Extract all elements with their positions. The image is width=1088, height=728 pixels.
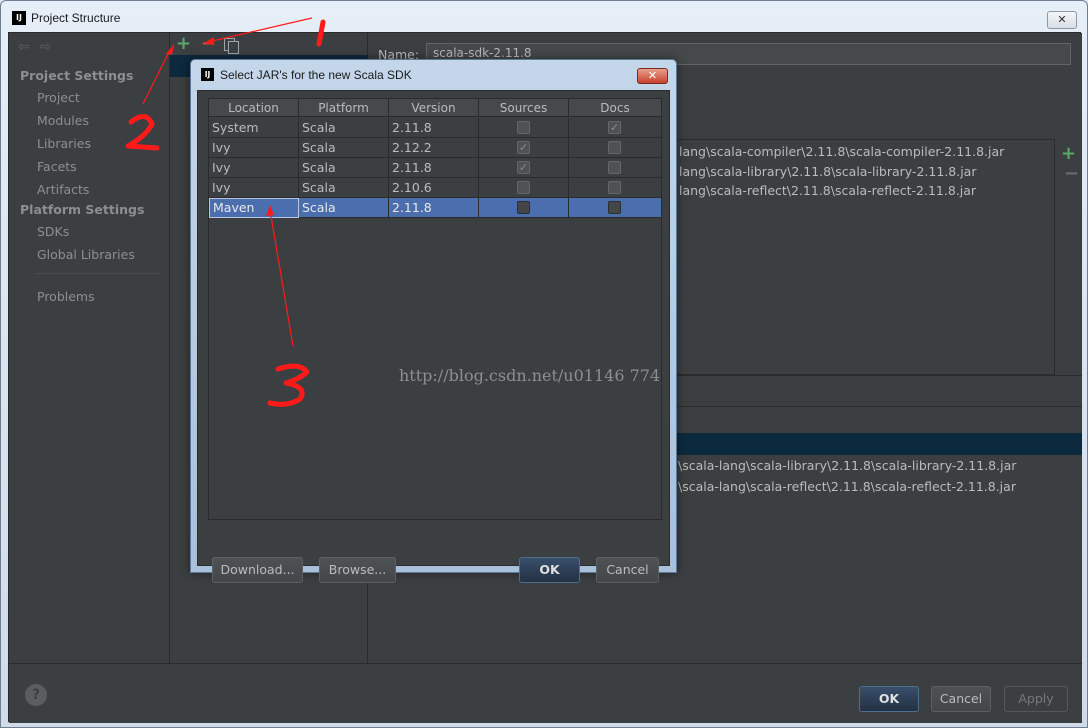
cell-location: System	[209, 118, 299, 138]
docs-checkbox[interactable]	[608, 141, 621, 154]
cancel-button[interactable]: Cancel	[931, 686, 991, 712]
cell-platform: Scala	[299, 138, 389, 158]
arrow-right-icon[interactable]: ⇨	[40, 39, 52, 55]
cell-docs	[569, 158, 661, 178]
docs-checkbox[interactable]	[608, 181, 621, 194]
nav-item-artifacts[interactable]: Artifacts	[37, 182, 89, 197]
cell-docs	[569, 198, 661, 218]
cell-sources: ✓	[479, 138, 569, 158]
help-icon[interactable]: ?	[25, 684, 47, 706]
nav-item-modules[interactable]: Modules	[37, 113, 89, 128]
cell-version: 2.11.8	[389, 118, 479, 138]
sources-checkbox[interactable]	[517, 121, 530, 134]
add-root-button[interactable]: +	[1061, 143, 1076, 164]
browse-button[interactable]: Browse...	[319, 557, 396, 583]
cell-platform: Scala	[299, 178, 389, 198]
dialog-body: Location Platform Version Sources Docs S…	[197, 90, 670, 583]
cell-docs	[569, 178, 661, 198]
cell-docs	[569, 138, 661, 158]
cell-location: Maven	[209, 198, 299, 218]
cell-location: Ivy	[209, 178, 299, 198]
add-library-button[interactable]: +	[176, 33, 191, 54]
remove-root-button[interactable]: −	[1064, 163, 1079, 184]
docs-checkbox[interactable]	[608, 161, 621, 174]
table-header: Location Platform Version Sources Docs	[209, 99, 661, 117]
cell-version: 2.11.8	[389, 198, 479, 218]
sources-checkbox[interactable]: ✓	[517, 141, 530, 154]
table-row[interactable]: Ivy Scala 2.12.2 ✓	[209, 138, 661, 158]
settings-sidebar: ⇦ ⇨ Project Settings Project Modules Libr…	[9, 33, 170, 663]
cell-version: 2.10.6	[389, 178, 479, 198]
class-path-row[interactable]: lang\scala-library\2.11.8\scala-library-…	[679, 164, 977, 179]
copy-icon[interactable]	[224, 38, 239, 54]
dialog-cancel-button[interactable]: Cancel	[596, 557, 659, 583]
remove-library-button[interactable]: −	[201, 33, 216, 54]
project-settings-header: Project Settings	[20, 68, 134, 83]
cell-sources	[479, 178, 569, 198]
sources-checkbox[interactable]	[517, 181, 530, 194]
download-button[interactable]: Download...	[212, 557, 303, 583]
nav-item-problems[interactable]: Problems	[37, 289, 95, 304]
cell-version: 2.12.2	[389, 138, 479, 158]
sources-checkbox[interactable]	[517, 201, 530, 214]
table-row[interactable]: Ivy Scala 2.11.8 ✓	[209, 158, 661, 178]
intellij-logo-icon: IJ	[12, 11, 26, 25]
cell-location: Ivy	[209, 138, 299, 158]
class-path-row[interactable]: lang\scala-reflect\2.11.8\scala-reflect-…	[679, 183, 976, 198]
window-close-button[interactable]: ✕	[1047, 11, 1077, 29]
cell-location: Ivy	[209, 158, 299, 178]
cell-docs: ✓	[569, 118, 661, 138]
nav-item-facets[interactable]: Facets	[37, 159, 77, 174]
docs-checkbox[interactable]: ✓	[608, 121, 621, 134]
column-header-platform[interactable]: Platform	[299, 99, 389, 117]
nav-item-libraries[interactable]: Libraries	[37, 136, 91, 151]
cell-sources	[479, 198, 569, 218]
arrow-left-icon[interactable]: ⇦	[18, 39, 30, 55]
column-header-version[interactable]: Version	[389, 99, 479, 117]
ok-button[interactable]: OK	[859, 686, 919, 712]
apply-button[interactable]: Apply	[1004, 686, 1068, 712]
column-header-location[interactable]: Location	[209, 99, 299, 117]
dialog-ok-button[interactable]: OK	[519, 557, 580, 583]
window-title-bar[interactable]: IJ Project Structure ✕	[1, 1, 1087, 33]
column-header-sources[interactable]: Sources	[479, 99, 569, 117]
column-header-docs[interactable]: Docs	[569, 99, 661, 117]
lower-path-row[interactable]: \scala-lang\scala-library\2.11.8\scala-l…	[678, 458, 1016, 473]
table-row[interactable]: Ivy Scala 2.10.6	[209, 178, 661, 198]
cell-sources: ✓	[479, 158, 569, 178]
footer-bar: ? OK Cancel Apply	[9, 663, 1082, 723]
nav-item-global-libraries[interactable]: Global Libraries	[37, 247, 135, 262]
dialog-title: Select JAR's for the new Scala SDK	[220, 68, 412, 82]
jar-table: Location Platform Version Sources Docs S…	[208, 98, 662, 520]
table-row[interactable]: Maven Scala 2.11.8	[209, 198, 661, 218]
sources-checkbox[interactable]: ✓	[517, 161, 530, 174]
cell-platform: Scala	[299, 198, 389, 218]
docs-checkbox[interactable]	[608, 201, 621, 214]
table-row[interactable]: System Scala 2.11.8 ✓	[209, 118, 661, 138]
nav-item-sdks[interactable]: SDKs	[37, 224, 69, 239]
cell-platform: Scala	[299, 118, 389, 138]
dialog-close-button[interactable]: ✕	[637, 68, 668, 84]
cell-version: 2.11.8	[389, 158, 479, 178]
nav-divider	[35, 273, 160, 274]
select-jars-dialog: IJ Select JAR's for the new Scala SDK ✕ …	[190, 59, 677, 583]
lower-path-row[interactable]: \scala-lang\scala-reflect\2.11.8\scala-r…	[678, 479, 1016, 494]
window-title: Project Structure	[31, 11, 121, 25]
intellij-logo-icon: IJ	[201, 68, 214, 81]
nav-arrows: ⇦ ⇨	[18, 39, 61, 55]
platform-settings-header: Platform Settings	[20, 202, 145, 217]
nav-item-project[interactable]: Project	[37, 90, 80, 105]
class-path-row[interactable]: lang\scala-compiler\2.11.8\scala-compile…	[679, 144, 1004, 159]
cell-platform: Scala	[299, 158, 389, 178]
cell-sources	[479, 118, 569, 138]
